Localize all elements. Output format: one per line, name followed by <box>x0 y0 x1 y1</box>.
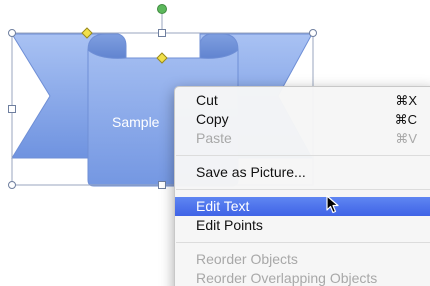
menu-item-label: Paste <box>196 130 232 146</box>
menu-separator <box>176 155 430 156</box>
document-canvas[interactable]: Sample Cut ⌘X Copy ⌘C Paste ⌘V Save as P… <box>0 0 430 286</box>
resize-handle-top-middle[interactable] <box>158 29 166 37</box>
menu-item-reorder-objects: Reorder Objects <box>175 250 430 269</box>
menu-item-label: Save as Picture... <box>196 164 306 180</box>
menu-item-label: Cut <box>196 92 218 108</box>
menu-item-copy[interactable]: Copy ⌘C <box>175 110 430 129</box>
resize-handle-bottom-left[interactable] <box>8 181 16 189</box>
menu-item-label: Reorder Objects <box>196 251 298 267</box>
resize-handle-bottom-middle[interactable] <box>158 181 166 189</box>
menu-item-paste: Paste ⌘V <box>175 129 430 148</box>
resize-handle-top-left[interactable] <box>8 29 16 37</box>
menu-separator <box>176 189 430 190</box>
menu-item-shortcut: ⌘X <box>395 93 417 108</box>
menu-item-label: Reorder Overlapping Objects <box>196 270 378 286</box>
menu-item-save-as-picture[interactable]: Save as Picture... <box>175 163 430 182</box>
menu-item-shortcut: ⌘V <box>395 131 417 146</box>
menu-separator <box>176 242 430 243</box>
menu-item-label: Edit Points <box>196 217 263 233</box>
resize-handle-top-right[interactable] <box>309 29 317 37</box>
menu-item-reorder-overlapping-objects: Reorder Overlapping Objects <box>175 269 430 286</box>
menu-item-edit-points[interactable]: Edit Points <box>175 216 430 235</box>
rotation-handle[interactable] <box>157 4 167 14</box>
menu-item-label: Edit Text <box>196 198 250 214</box>
menu-item-edit-text[interactable]: Edit Text <box>175 197 430 216</box>
menu-item-cut[interactable]: Cut ⌘X <box>175 91 430 110</box>
context-menu: Cut ⌘X Copy ⌘C Paste ⌘V Save as Picture.… <box>174 86 430 286</box>
arrow-cursor-icon <box>326 195 339 214</box>
resize-handle-left-middle[interactable] <box>8 105 16 113</box>
menu-item-label: Copy <box>196 111 229 127</box>
menu-item-shortcut: ⌘C <box>394 112 417 127</box>
